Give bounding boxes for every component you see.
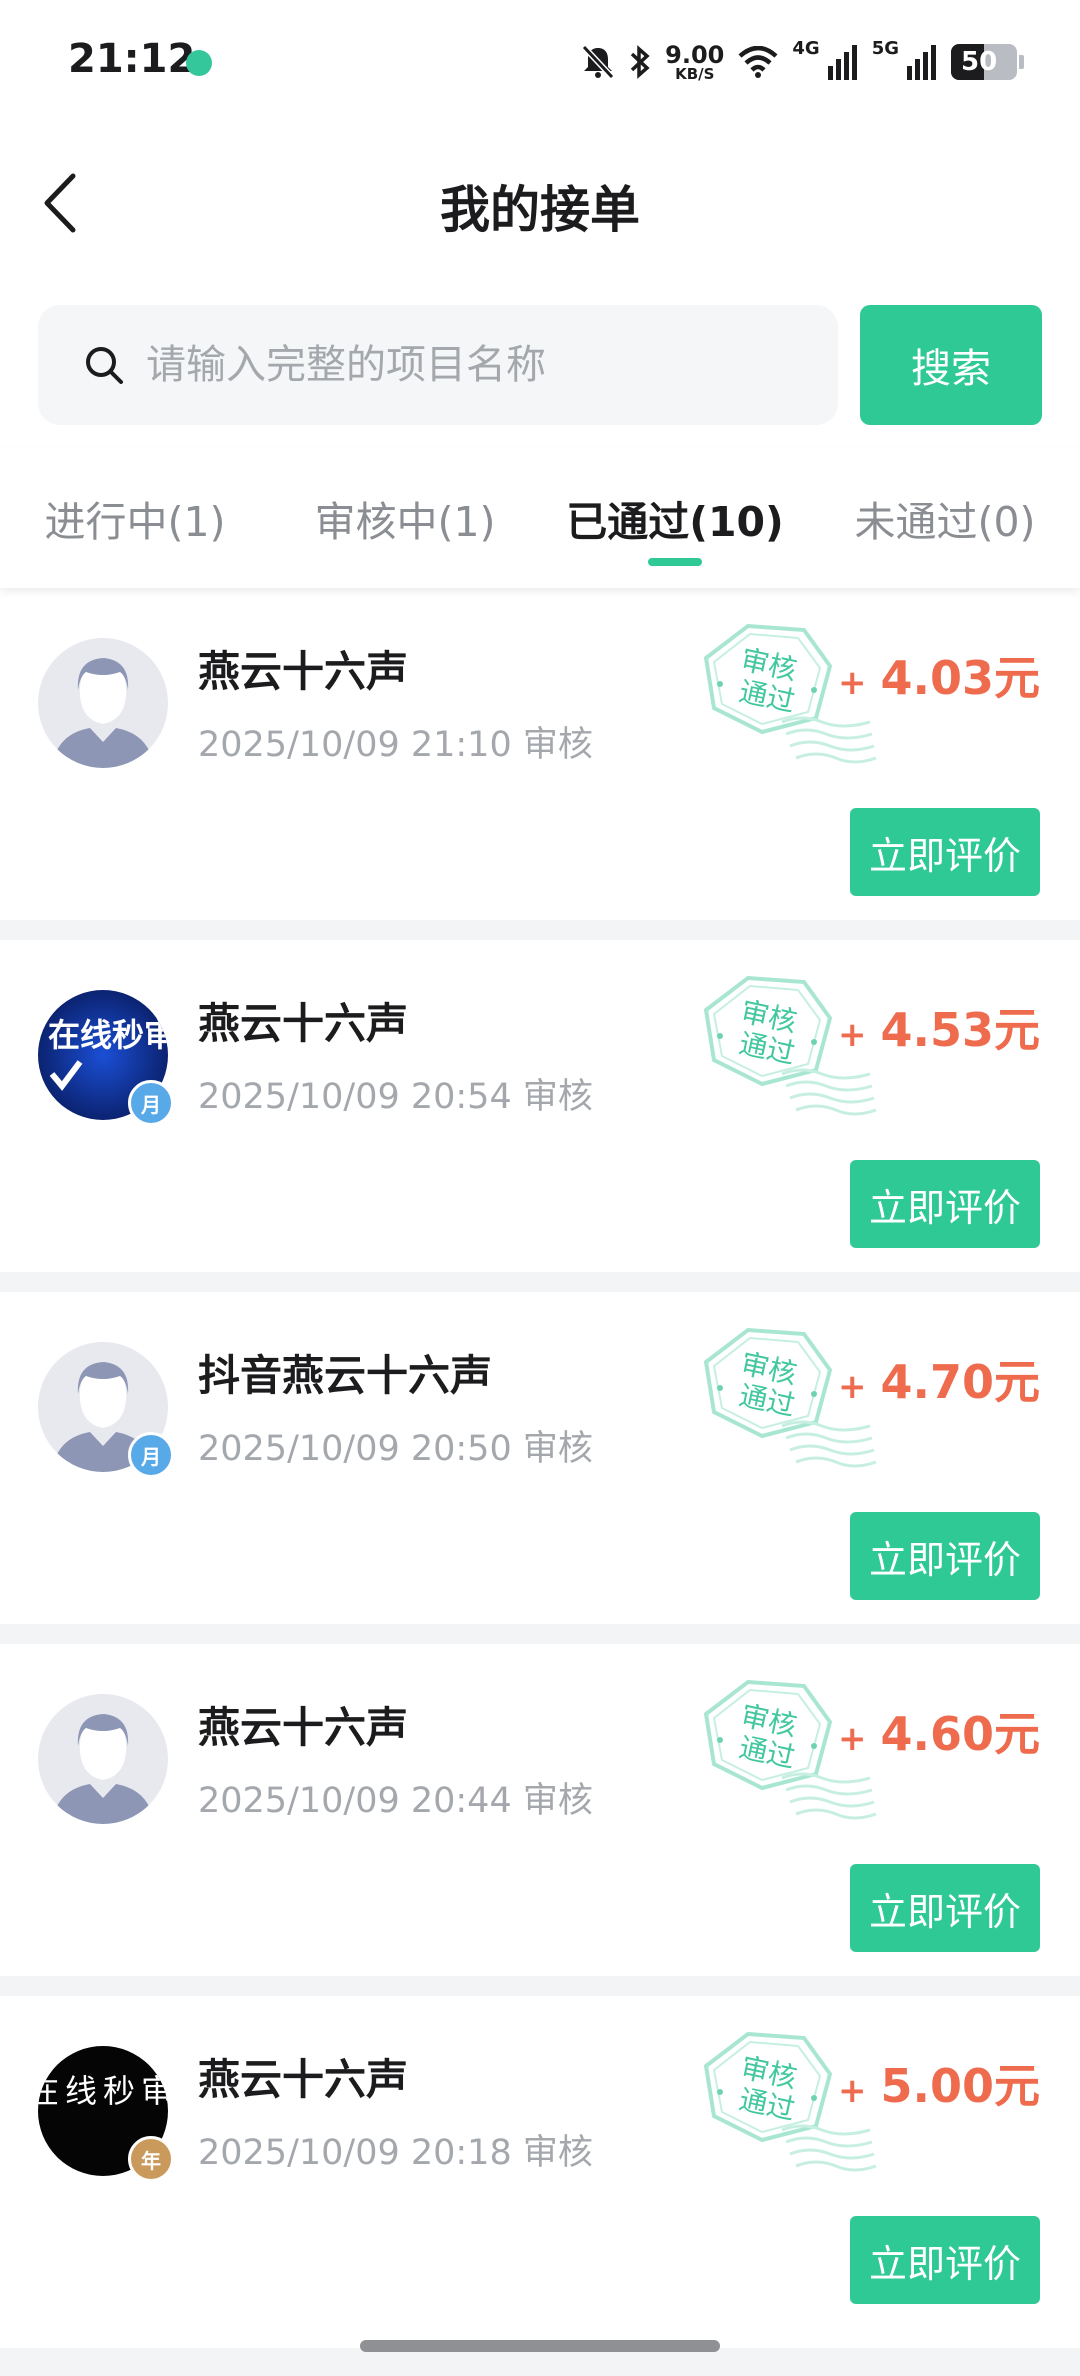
- search-icon: [80, 341, 128, 389]
- project-name: 燕云十六声: [198, 647, 409, 696]
- rate-now-button[interactable]: 立即评价: [850, 1160, 1040, 1248]
- project-name: 燕云十六声: [198, 999, 409, 1048]
- plus-sign: +: [838, 1015, 867, 1055]
- search-button[interactable]: 搜索: [860, 305, 1042, 425]
- default-avatar-icon: [38, 1694, 168, 1824]
- signal-icon: [907, 44, 937, 80]
- svg-text:在线秒审: 在线秒审: [48, 1016, 168, 1054]
- avatar: [38, 638, 168, 768]
- avatar: 在线秒审 年: [38, 2046, 174, 2182]
- battery-level: 50: [961, 47, 998, 77]
- amount-value: 5.00元: [880, 2059, 1041, 2113]
- order-card[interactable]: 在线秒审 月 燕云十六声 2025/10/09 20:54 审核 审核 通过 +…: [0, 940, 1080, 1272]
- review-time: 2025/10/09 20:54 审核: [198, 1077, 593, 1117]
- network-type-1: 4G: [792, 38, 820, 59]
- plus-sign: +: [838, 2071, 867, 2111]
- order-card[interactable]: 燕云十六声 2025/10/09 20:44 审核 审核 通过 +4.60元 立…: [0, 1644, 1080, 1976]
- reward-amount: +4.60元: [838, 1698, 1040, 1764]
- review-time: 2025/10/09 20:44 审核: [198, 1781, 593, 1821]
- search-box[interactable]: [38, 305, 838, 425]
- plus-sign: +: [838, 1719, 867, 1759]
- wifi-icon: [738, 46, 778, 78]
- mute-icon: [581, 44, 615, 80]
- order-card[interactable]: 在线秒审 年 燕云十六声 2025/10/09 20:18 审核 审核 通过 +…: [0, 1996, 1080, 2348]
- tab-under-review[interactable]: 审核中(1): [270, 448, 540, 588]
- plus-sign: +: [838, 663, 867, 703]
- speed-unit: KB/S: [675, 64, 715, 83]
- review-time: 2025/10/09 20:18 审核: [198, 2133, 593, 2173]
- header: 我的接单: [0, 128, 1080, 278]
- member-badge: 月: [128, 1432, 174, 1478]
- reward-amount: +4.03元: [838, 642, 1040, 708]
- status-bar: 21:12 9.00 KB/S 4G 5G 50: [0, 0, 1080, 128]
- project-name: 燕云十六声: [198, 1703, 409, 1752]
- tab-label: 已通过(10): [566, 498, 784, 546]
- page-title: 我的接单: [440, 181, 640, 239]
- order-card[interactable]: 燕云十六声 2025/10/09 21:10 审核 审核 通过 +4.03元 立…: [0, 588, 1080, 920]
- speed-value: 9.00: [665, 40, 725, 69]
- avatar-text: 在线秒审: [38, 2072, 168, 2110]
- member-badge: 年: [128, 2136, 174, 2182]
- default-avatar-icon: [38, 638, 168, 768]
- avatar: 在线秒审 月: [38, 990, 174, 1126]
- order-card[interactable]: 月 抖音燕云十六声 2025/10/09 20:50 审核 审核 通过 +4.7…: [0, 1292, 1080, 1624]
- network-speed: 9.00 KB/S: [665, 43, 724, 82]
- avatar: 月: [38, 1342, 174, 1478]
- tab-in-progress[interactable]: 进行中(1): [0, 448, 270, 588]
- rate-now-button[interactable]: 立即评价: [850, 808, 1040, 896]
- project-name: 抖音燕云十六声: [198, 1351, 493, 1400]
- review-time: 2025/10/09 21:10 审核: [198, 725, 593, 765]
- battery-icon: 50: [951, 44, 1017, 80]
- amount-value: 4.70元: [880, 1355, 1041, 1409]
- tab-label: 进行中(1): [44, 498, 226, 546]
- project-name: 燕云十六声: [198, 2055, 409, 2104]
- reward-amount: +4.70元: [838, 1346, 1040, 1412]
- plus-sign: +: [838, 1367, 867, 1407]
- signal-icon: [827, 44, 858, 80]
- rate-now-button[interactable]: 立即评价: [850, 2216, 1040, 2304]
- battery-cap: [1019, 55, 1024, 69]
- rate-now-button[interactable]: 立即评价: [850, 1512, 1040, 1600]
- reward-amount: +5.00元: [838, 2050, 1040, 2116]
- amount-value: 4.53元: [880, 1003, 1041, 1057]
- tab-label: 未通过(0): [854, 498, 1036, 546]
- member-badge: 月: [128, 1080, 174, 1126]
- tab-rejected[interactable]: 未通过(0): [810, 448, 1080, 588]
- bluetooth-icon: [629, 44, 651, 80]
- network-type-2: 5G: [871, 38, 899, 59]
- reward-amount: +4.53元: [838, 994, 1040, 1060]
- review-time: 2025/10/09 20:50 审核: [198, 1429, 593, 1469]
- rate-now-button[interactable]: 立即评价: [850, 1864, 1040, 1952]
- tab-approved[interactable]: 已通过(10): [540, 448, 810, 588]
- home-indicator[interactable]: [360, 2340, 720, 2352]
- app-notification-icon: [186, 50, 212, 76]
- status-tabs: 进行中(1) 审核中(1) 已通过(10) 未通过(0): [0, 448, 1080, 588]
- search-bar: 搜索: [0, 278, 1080, 448]
- tab-active-indicator: [648, 558, 702, 566]
- search-input[interactable]: [146, 342, 806, 388]
- amount-value: 4.60元: [880, 1707, 1041, 1761]
- status-icons: 9.00 KB/S 4G 5G 50: [581, 38, 1024, 86]
- avatar: [38, 1694, 168, 1824]
- amount-value: 4.03元: [880, 651, 1041, 705]
- status-time: 21:12: [68, 36, 196, 82]
- tab-label: 审核中(1): [314, 498, 496, 546]
